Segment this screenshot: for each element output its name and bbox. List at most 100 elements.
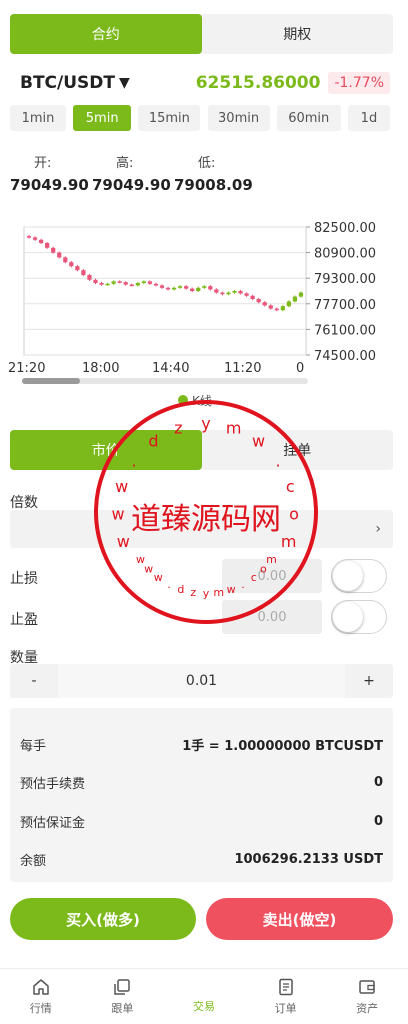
tab-label: 交易 xyxy=(192,1000,215,1013)
candle-body xyxy=(232,291,237,293)
candle-body xyxy=(38,239,44,243)
candle-body xyxy=(238,291,243,294)
x-tick-label: 0 xyxy=(296,361,304,376)
quantity-plus-button[interactable]: + xyxy=(345,664,393,698)
candle-body xyxy=(159,285,165,288)
watermark-ring-char: m xyxy=(226,418,242,437)
watermark-ring-char: w xyxy=(117,532,130,551)
buy-long-button[interactable]: 买入(做多) xyxy=(10,898,196,940)
tab-orders[interactable]: 订单 xyxy=(245,969,327,1024)
candle-body xyxy=(105,283,110,286)
watermark-ring-char: m xyxy=(213,586,224,599)
sell-short-button[interactable]: 卖出(做空) xyxy=(206,898,393,940)
high-label: 高: xyxy=(116,156,134,171)
candle-body xyxy=(93,279,98,283)
candle-body xyxy=(171,287,177,290)
watermark-ring-char: w xyxy=(144,563,153,576)
y-tick-label: 77700.00 xyxy=(314,298,376,313)
candle-body xyxy=(250,295,255,299)
candle-body xyxy=(274,308,279,311)
stop-loss-toggle[interactable] xyxy=(331,559,387,593)
order-info-card: 每手 1手 = 1.00000000 BTCUSDT 预估手续费 0 预估保证金… xyxy=(10,708,393,882)
candle-body xyxy=(32,237,38,240)
period-1d[interactable]: 1d xyxy=(347,105,390,131)
x-tick-label: 21:20 xyxy=(8,361,45,376)
tab-contract[interactable]: 合约 xyxy=(10,14,202,54)
x-tick-label: 14:40 xyxy=(152,361,189,376)
candle-body xyxy=(57,252,62,258)
quantity-minus-button[interactable]: - xyxy=(10,664,58,698)
watermark-ring-char: d xyxy=(148,431,158,450)
candle-body xyxy=(256,299,261,303)
watermark-ring-char: . xyxy=(167,578,171,591)
candle-body xyxy=(63,257,68,263)
period-30min[interactable]: 30min xyxy=(207,105,270,131)
tab-trade[interactable]: 交易 xyxy=(163,969,245,1024)
watermark-ring-char: w xyxy=(227,583,236,596)
chart-frame xyxy=(23,226,307,356)
watermark-ring-char: c xyxy=(251,571,257,584)
watermark-title: 道臻源码网 xyxy=(131,502,281,537)
margin-value: 0 xyxy=(373,813,383,829)
chart-scroll-thumb[interactable] xyxy=(22,378,80,384)
stop-loss-label: 止损 xyxy=(10,571,38,587)
take-profit-toggle[interactable] xyxy=(331,600,387,634)
toggle-knob xyxy=(333,602,363,632)
candle-body xyxy=(202,286,207,288)
candle-body xyxy=(141,281,146,283)
balance-value: 1006296.2133 USDT xyxy=(234,851,383,867)
candle-body xyxy=(87,275,92,280)
per-hand-value: 1手 = 1.00000000 BTCUSDT xyxy=(182,738,383,754)
period-60min[interactable]: 60min xyxy=(276,105,341,131)
candle-body xyxy=(123,282,128,285)
tab-market-quotes[interactable]: 行情 xyxy=(0,969,82,1024)
tab-label: 订单 xyxy=(274,1002,297,1015)
x-tick-label: 18:00 xyxy=(82,361,119,376)
watermark-ring-char: . xyxy=(241,578,245,591)
quantity-input[interactable]: 0.01 xyxy=(58,664,345,698)
watermark-ring-char: w xyxy=(154,571,163,584)
watermark-ring-char: o xyxy=(289,505,299,524)
watermark-ring-char: c xyxy=(286,477,295,496)
tab-assets[interactable]: 资产 xyxy=(326,969,408,1024)
low-label: 低: xyxy=(198,156,216,171)
candle-body xyxy=(292,296,298,302)
candle-body xyxy=(184,286,189,289)
y-tick-label: 79300.00 xyxy=(314,272,376,287)
candle-body xyxy=(165,287,171,290)
candle-body xyxy=(220,292,225,295)
candle-body xyxy=(26,236,32,238)
period-1min[interactable]: 1min xyxy=(10,105,66,131)
period-5min[interactable]: 5min xyxy=(73,105,132,131)
candle-body xyxy=(226,292,231,295)
ohl-labels: 开: 高: 低: xyxy=(10,152,250,171)
fee-row: 预估手续费 0 xyxy=(20,772,383,792)
home-icon xyxy=(33,979,49,995)
watermark-ring-char: w xyxy=(111,505,124,524)
candle-body xyxy=(190,288,195,291)
change-badge: -1.77% xyxy=(328,72,390,94)
kline-chart[interactable]: 82500.00 80900.00 79300.00 77700.00 76100.00… xyxy=(0,215,408,390)
chart-scrollbar[interactable] xyxy=(22,378,308,384)
order-icon xyxy=(278,978,293,996)
candle-body xyxy=(135,283,140,286)
candle-body xyxy=(268,305,273,309)
y-tick-label: 82500.00 xyxy=(314,221,376,236)
candle-body xyxy=(208,286,213,290)
candle-body xyxy=(280,306,285,311)
candle-body xyxy=(117,281,122,283)
watermark-ring-char: . xyxy=(276,452,281,471)
pair-selector[interactable]: BTC/USDT xyxy=(20,73,115,93)
candle-body xyxy=(244,293,249,296)
period-15min[interactable]: 15min xyxy=(138,105,201,131)
tab-copy-trade[interactable]: 跟单 xyxy=(82,969,164,1024)
per-hand-label: 每手 xyxy=(20,738,47,754)
y-tick-label: 76100.00 xyxy=(314,323,376,338)
tab-option[interactable]: 期权 xyxy=(202,14,394,54)
candle-body xyxy=(177,286,183,288)
candle-body xyxy=(75,266,80,271)
candle-body xyxy=(196,287,201,291)
multiplier-label: 倍数 xyxy=(10,495,38,511)
margin-label: 预估保证金 xyxy=(20,815,86,831)
caret-down-icon[interactable]: ▼ xyxy=(119,75,130,91)
